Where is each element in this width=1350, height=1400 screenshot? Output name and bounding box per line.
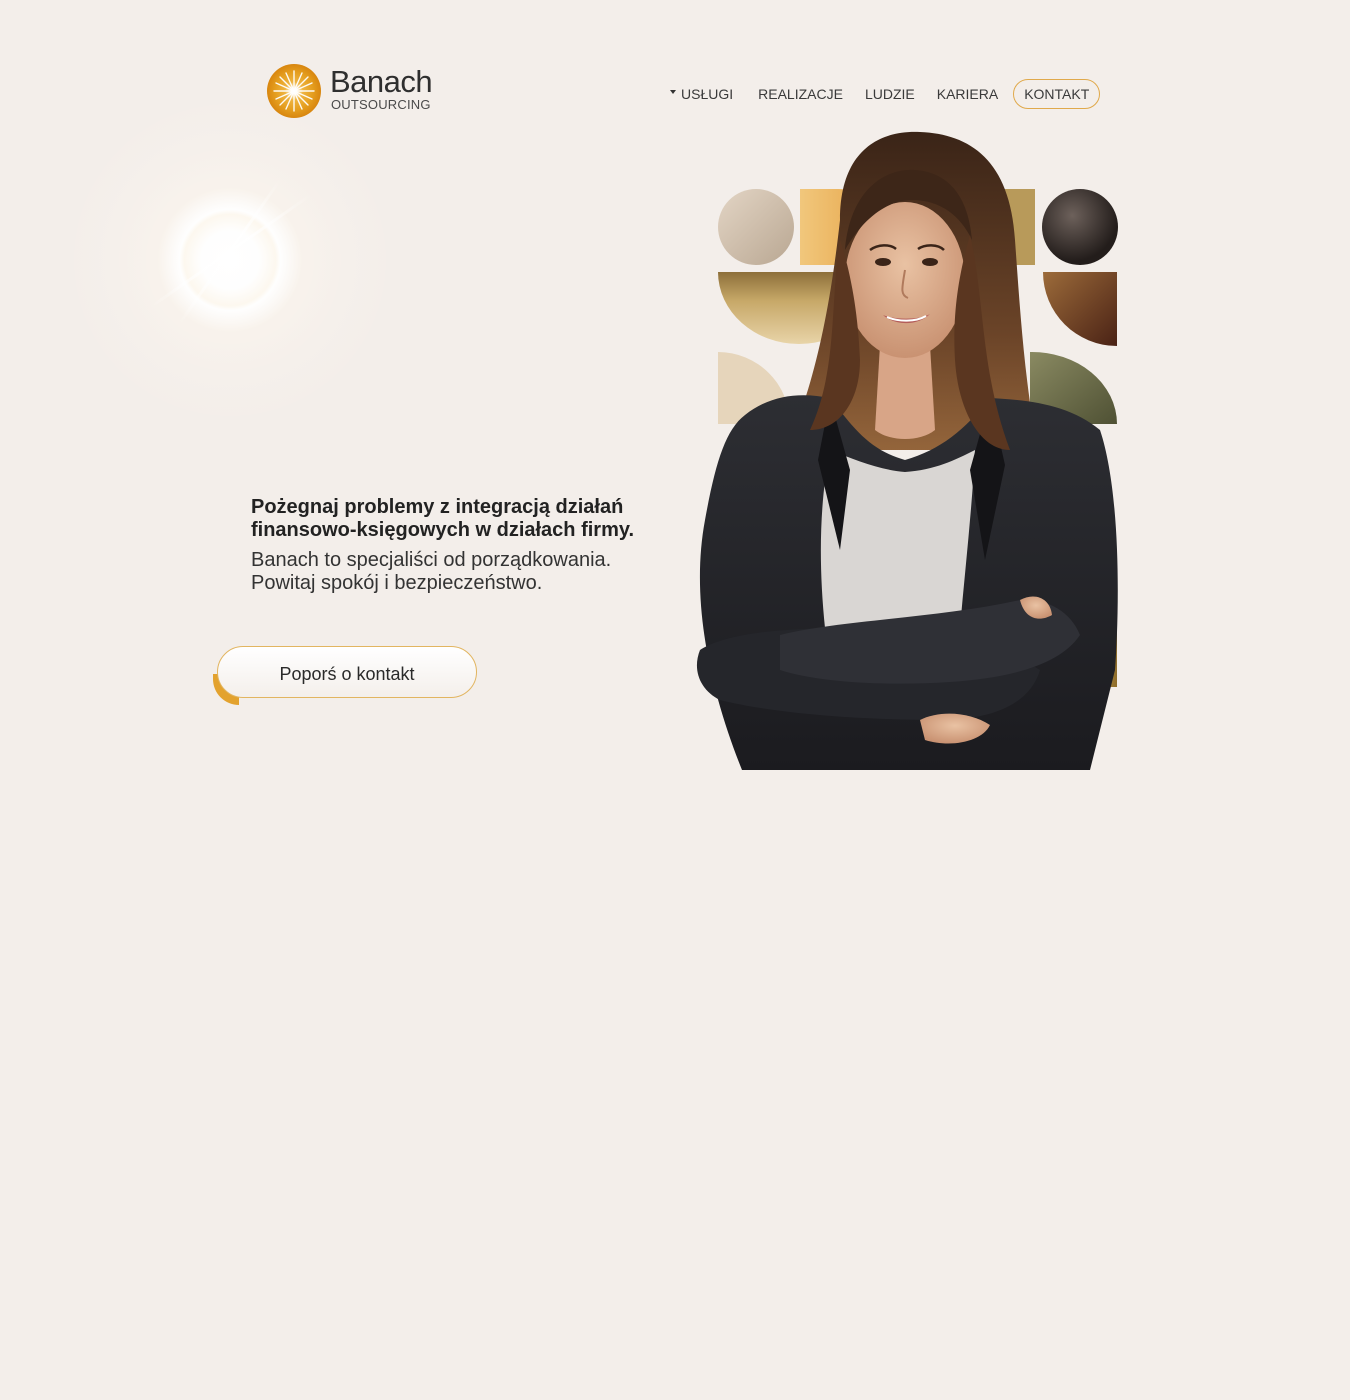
brand-subtitle: OUTSOURCING <box>331 97 431 112</box>
hero-sub-line: Banach to specjaliści od porządkowania. <box>251 549 612 571</box>
nav-item-ludzie[interactable]: LUDZIE <box>865 79 915 109</box>
hero-heading-line: Pożegnaj problemy z integracją działań <box>251 496 624 518</box>
nav-item-kontakt[interactable]: KONTAKT <box>1013 79 1101 109</box>
hero-heading: Pożegnaj problemy z integracją działań f… <box>251 496 671 542</box>
hero-person-image <box>696 131 1118 770</box>
nav-item-realizacje[interactable]: REALIZACJE <box>758 79 843 109</box>
hero-heading-line: finansowo-księgowych w działach firmy. <box>251 519 635 541</box>
request-contact-button[interactable]: Poporś o kontakt <box>217 646 477 698</box>
sun-glow-decoration <box>60 90 400 430</box>
hero-subheading: Banach to specjaliści od porządkowania. … <box>251 549 671 595</box>
sun-logo-icon <box>267 64 321 118</box>
hero-sub-line: Powitaj spokój i bezpieczeństwo. <box>251 572 543 594</box>
cta-wrapper: Poporś o kontakt <box>213 646 481 706</box>
main-nav: USŁUGI REALIZACJE LUDZIE KARIERA KONTAKT <box>670 79 1101 109</box>
brand-logo[interactable]: Banach OUTSOURCING <box>266 63 436 121</box>
nav-item-uslugi[interactable]: USŁUGI <box>681 79 733 109</box>
chevron-down-icon <box>670 90 676 94</box>
brand-name: Banach <box>330 64 433 99</box>
nav-item-kariera[interactable]: KARIERA <box>937 79 998 109</box>
